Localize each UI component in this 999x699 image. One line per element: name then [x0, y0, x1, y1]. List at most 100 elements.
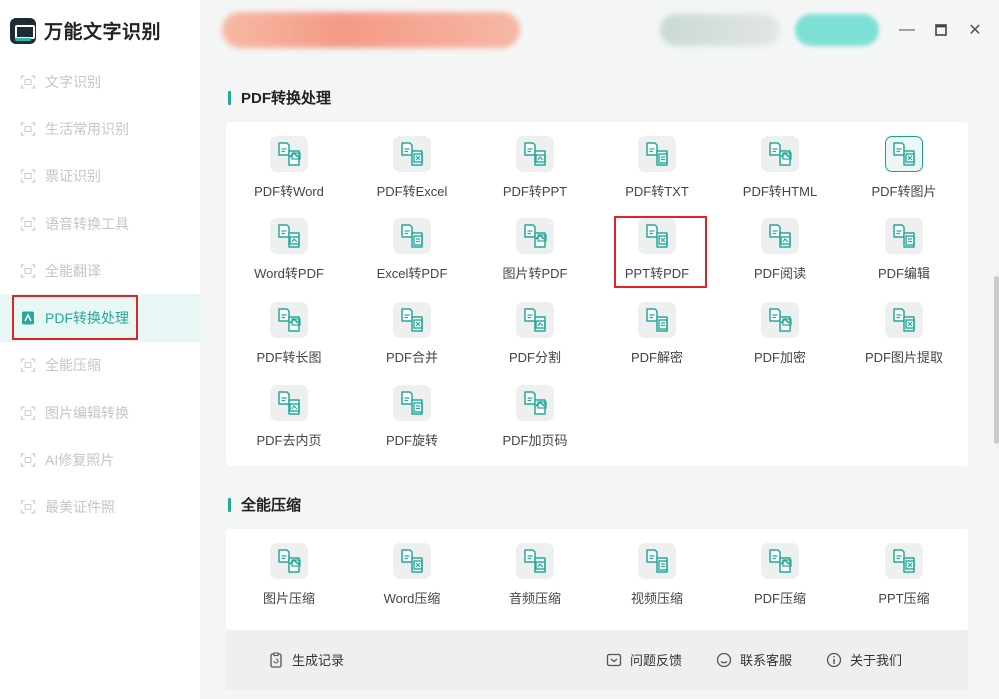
close-button[interactable]: ✕	[965, 20, 985, 40]
tool-label: PDF转TXT	[625, 184, 689, 199]
sidebar-item-label: 语音转换工具	[45, 215, 129, 232]
word-compress-icon	[393, 543, 431, 579]
vip-button[interactable]	[795, 14, 879, 46]
compress-section-title: 全能压缩	[228, 494, 301, 515]
tool-item[interactable]: PPT压缩	[842, 543, 966, 607]
sidebar-item[interactable]: 最美证件照	[0, 484, 200, 531]
tool-item[interactable]: PDF编辑	[842, 218, 966, 282]
pdf-page-number-icon	[516, 385, 554, 421]
tool-item[interactable]: PDF转长图	[227, 302, 351, 366]
compress-tools-panel: 图片压缩 Word压缩 音频压缩 视频压缩 PDF压缩 PPT压缩	[226, 529, 968, 630]
feedback-label: 问题反馈	[630, 653, 683, 668]
tool-item[interactable]: PDF转TXT	[595, 136, 719, 200]
image-compress-icon	[270, 543, 308, 579]
sidebar-item[interactable]: 全能压缩	[0, 342, 200, 389]
sidebar-item[interactable]: AI修复照片	[0, 436, 200, 483]
pdf-to-html-icon	[761, 136, 799, 172]
user-account[interactable]	[660, 14, 780, 46]
image-to-pdf-icon	[516, 218, 554, 254]
tool-item[interactable]: Excel转PDF	[350, 218, 474, 282]
pdf-encrypt-icon	[761, 302, 799, 338]
tool-label: PDF解密	[630, 350, 683, 365]
tool-item[interactable]: PDF加页码	[473, 385, 597, 449]
pdf-to-txt-icon	[638, 136, 676, 172]
sidebar-item[interactable]: 生活常用识别	[0, 105, 200, 152]
support-link[interactable]: 联系客服	[716, 650, 792, 669]
minimize-button[interactable]: —	[897, 20, 917, 40]
promo-banner[interactable]	[222, 12, 520, 48]
sidebar-item[interactable]: 票证识别	[0, 153, 200, 200]
sidebar-item[interactable]: PDF转换处理	[0, 294, 200, 342]
tool-item[interactable]: PDF去内页	[227, 385, 351, 449]
id-photo-icon	[20, 499, 36, 515]
pdf-read-icon	[761, 218, 799, 254]
tool-item[interactable]: PDF转Excel	[350, 136, 474, 200]
tool-label: 音频压缩	[508, 591, 561, 606]
sidebar-item[interactable]: 文字识别	[0, 58, 200, 105]
tool-item[interactable]: PDF压缩	[718, 543, 842, 607]
pdf-merge-icon	[393, 302, 431, 338]
tool-item[interactable]: 视频压缩	[595, 543, 719, 607]
tool-item[interactable]: PDF阅读	[718, 218, 842, 282]
tool-item[interactable]: PDF转PPT	[473, 136, 597, 200]
sidebar-item-label: 全能压缩	[45, 357, 101, 374]
app-logo-icon	[10, 17, 36, 44]
tool-item[interactable]: PDF旋转	[350, 385, 474, 449]
sidebar-item[interactable]: 图片编辑转换	[0, 389, 200, 436]
tool-item[interactable]: PDF加密	[718, 302, 842, 366]
sidebar-item-label: 生活常用识别	[45, 120, 129, 137]
pdf-compress-icon	[761, 543, 799, 579]
tool-label: PDF加页码	[502, 433, 568, 448]
scan-text-icon	[20, 74, 36, 90]
headset-icon	[716, 652, 732, 668]
tool-label: PDF加密	[753, 350, 806, 365]
top-bar: — ✕	[200, 0, 999, 62]
tool-label: PDF转HTML	[742, 184, 818, 199]
scan-text-icon	[20, 121, 36, 137]
pdf-section-title-text: PDF转换处理	[241, 90, 332, 107]
pdf-to-ppt-icon	[516, 136, 554, 172]
tool-label: PDF转PPT	[502, 184, 568, 199]
tool-item[interactable]: Word转PDF	[227, 218, 351, 282]
sidebar-item[interactable]: 全能翻译	[0, 247, 200, 294]
tool-item[interactable]: PDF合并	[350, 302, 474, 366]
info-icon	[826, 652, 842, 668]
content-scrollbar[interactable]	[994, 276, 999, 444]
tool-item[interactable]: PDF分割	[473, 302, 597, 366]
tool-label: Word转PDF	[254, 266, 324, 281]
tool-label: PDF合并	[385, 350, 438, 365]
about-label: 关于我们	[850, 653, 903, 668]
pdf-split-icon	[516, 302, 554, 338]
pdf-tools-panel: PDF转Word PDF转Excel PDF转PPT PDF转TXT PDF转HTML P…	[226, 122, 968, 466]
support-label: 联系客服	[740, 653, 793, 668]
tool-label: Word压缩	[383, 591, 441, 606]
tool-label: PDF转图片	[871, 184, 937, 199]
video-compress-icon	[638, 543, 676, 579]
tool-item[interactable]: 音频压缩	[473, 543, 597, 607]
word-to-pdf-icon	[270, 218, 308, 254]
tool-item[interactable]: PPT转PDF	[595, 218, 719, 282]
tool-item[interactable]: PDF转Word	[227, 136, 351, 200]
tool-item[interactable]: PDF解密	[595, 302, 719, 366]
tool-label: PDF图片提取	[864, 350, 943, 365]
sidebar-item[interactable]: 语音转换工具	[0, 200, 200, 247]
about-link[interactable]: 关于我们	[826, 650, 902, 669]
maximize-button[interactable]	[931, 20, 951, 40]
tool-label: PPT压缩	[878, 591, 930, 606]
history-link[interactable]: 生成记录	[268, 650, 344, 669]
footer-bar: 生成记录 问题反馈 联系客服 关于我们	[226, 630, 968, 690]
pdf-to-excel-icon	[393, 136, 431, 172]
sidebar-item-label: 图片编辑转换	[45, 404, 129, 421]
tool-item[interactable]: Word压缩	[350, 543, 474, 607]
tool-item[interactable]: 图片转PDF	[473, 218, 597, 282]
feedback-link[interactable]: 问题反馈	[606, 650, 682, 669]
tool-item[interactable]: 图片压缩	[227, 543, 351, 607]
tool-item[interactable]: PDF图片提取	[842, 302, 966, 366]
tool-label: PDF编辑	[877, 266, 930, 281]
tool-label: PDF转长图	[256, 350, 322, 365]
tool-item[interactable]: PDF转图片	[842, 136, 966, 200]
tool-label: PDF去内页	[256, 433, 322, 448]
pdf-to-long-image-icon	[270, 302, 308, 338]
tool-item[interactable]: PDF转HTML	[718, 136, 842, 200]
sidebar-item-label: 最美证件照	[45, 499, 115, 516]
